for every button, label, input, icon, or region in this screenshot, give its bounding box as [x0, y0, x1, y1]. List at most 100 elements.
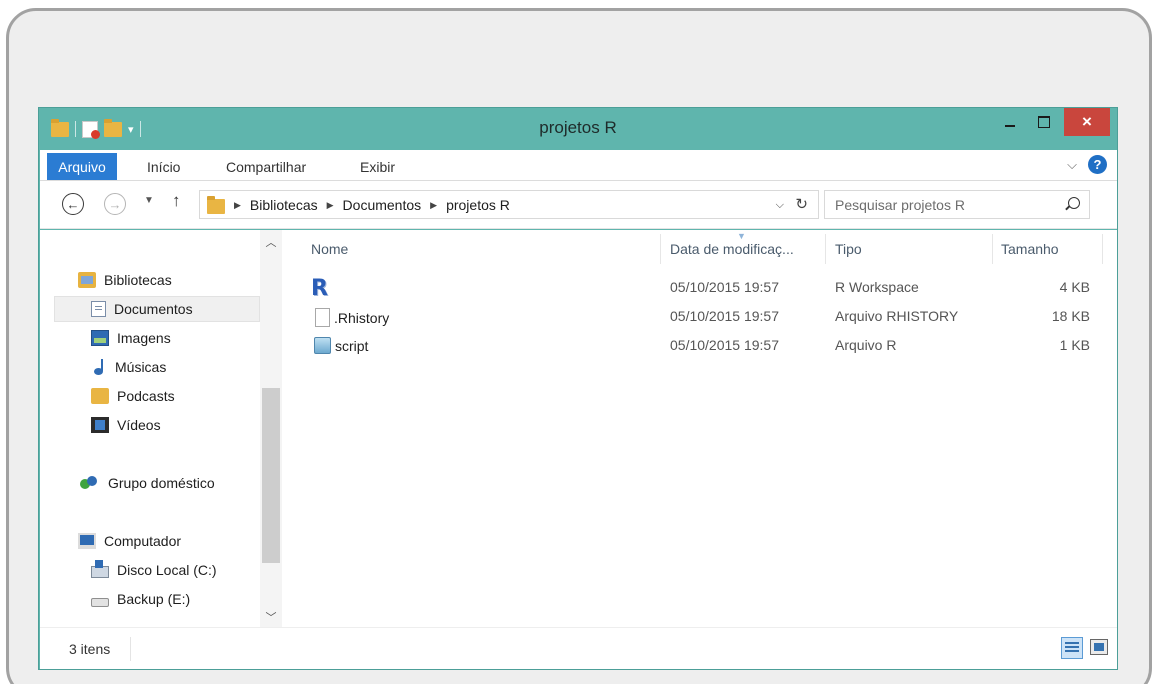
address-bar[interactable]: ▶ Bibliotecas ▶ Documentos ▶ projetos R …	[199, 190, 819, 219]
chevron-right-icon[interactable]: ▶	[430, 200, 437, 211]
recent-locations-icon[interactable]: ▼	[144, 195, 154, 206]
file-modified: 05/10/2015 19:57	[670, 279, 779, 295]
chevron-down-icon[interactable]: ⌵	[776, 199, 784, 212]
column-divider[interactable]	[825, 234, 826, 264]
sidebar-item-label: Bibliotecas	[104, 272, 172, 288]
homegroup-icon	[78, 475, 100, 491]
sidebar-item-label: Músicas	[115, 359, 167, 375]
local-disk-icon	[91, 560, 109, 578]
minimize-button[interactable]	[995, 108, 1025, 136]
backup-drive-icon	[91, 597, 109, 607]
sidebar-item-backup[interactable]: Backup (E:)	[91, 586, 190, 612]
forward-button[interactable]: →	[104, 193, 126, 215]
sidebar-item-musicas[interactable]: Músicas	[93, 354, 166, 380]
r-script-icon	[314, 337, 331, 354]
file-name: R	[311, 276, 332, 301]
item-count: 3 itens	[69, 641, 111, 657]
sidebar-item-bibliotecas[interactable]: Bibliotecas	[78, 267, 172, 293]
status-divider	[130, 637, 131, 661]
file-row[interactable]: script 05/10/2015 19:57 Arquivo R 1 KB	[284, 332, 1117, 359]
file-size: 1 KB	[1059, 337, 1090, 353]
file-name-text: .Rhistory	[334, 309, 390, 326]
column-header-tamanho[interactable]: Tamanho	[1001, 241, 1059, 257]
search-box[interactable]	[824, 190, 1090, 219]
sidebar-item-label: Backup (E:)	[117, 591, 191, 607]
details-view-icon[interactable]	[1061, 637, 1083, 659]
documents-icon	[91, 301, 106, 317]
chevron-right-icon[interactable]: ▶	[327, 200, 334, 211]
sidebar-item-grupo-domestico[interactable]: Grupo doméstico	[78, 470, 215, 496]
sidebar-item-label: Imagens	[117, 330, 171, 346]
file-row[interactable]: R 05/10/2015 19:57 R Workspace 4 KB	[284, 274, 1117, 301]
refresh-icon[interactable]: ↻	[795, 195, 808, 213]
file-modified: 05/10/2015 19:57	[670, 308, 779, 324]
file-explorer-window: ▾ projetos R × Arquivo Início Compartilh…	[38, 107, 1118, 670]
sidebar-item-computador[interactable]: Computador	[78, 528, 181, 554]
tab-exibir[interactable]: Exibir	[360, 159, 395, 175]
breadcrumb-documentos[interactable]: Documentos	[343, 197, 422, 213]
maximize-button[interactable]	[1029, 108, 1059, 136]
sidebar-item-imagens[interactable]: Imagens	[91, 325, 171, 351]
file-modified: 05/10/2015 19:57	[670, 337, 779, 353]
file-size: 18 KB	[1051, 308, 1090, 324]
sidebar-item-label: Grupo doméstico	[108, 475, 215, 491]
chevron-down-icon[interactable]: ﹀	[260, 609, 282, 625]
sidebar-item-podcasts[interactable]: Podcasts	[91, 383, 175, 409]
column-divider[interactable]	[660, 234, 661, 264]
column-divider[interactable]	[1102, 234, 1103, 264]
column-header-tipo[interactable]: Tipo	[835, 241, 862, 257]
breadcrumb-projetos-r[interactable]: projetos R	[446, 197, 510, 213]
search-icon[interactable]	[1068, 197, 1080, 209]
videos-icon	[91, 417, 109, 433]
breadcrumb: ▶ Bibliotecas ▶ Documentos ▶ projetos R	[234, 197, 510, 213]
music-icon	[93, 359, 107, 375]
ribbon-tabs: Arquivo Início Compartilhar Exibir ⌵ ?	[40, 150, 1117, 181]
back-button[interactable]: ←	[62, 193, 84, 215]
breadcrumb-bibliotecas[interactable]: Bibliotecas	[250, 197, 318, 213]
file-type: Arquivo R	[835, 337, 897, 353]
file-row[interactable]: .Rhistory 05/10/2015 19:57 Arquivo RHIST…	[284, 303, 1117, 330]
sidebar-item-documentos[interactable]: Documentos	[54, 296, 260, 322]
column-divider[interactable]	[992, 234, 993, 264]
arrow-right-icon: →	[108, 196, 122, 212]
sidebar-item-disco-local[interactable]: Disco Local (C:)	[91, 557, 217, 583]
sort-indicator-icon: ▼	[737, 231, 746, 241]
title-bar: ▾ projetos R ×	[39, 108, 1117, 150]
r-workspace-icon: R	[311, 276, 328, 301]
sidebar-scrollbar[interactable]: ︿ ﹀	[260, 230, 282, 627]
chevron-right-icon[interactable]: ▶	[234, 200, 241, 211]
navigation-bar: ← → ▼ ↑ ▶ Bibliotecas ▶ Documentos ▶ pro…	[40, 181, 1117, 229]
column-header-data[interactable]: Data de modificaç...	[670, 241, 794, 257]
large-icons-view-icon[interactable]	[1090, 639, 1108, 655]
tab-inicio[interactable]: Início	[147, 159, 180, 175]
blank-file-icon	[315, 308, 330, 327]
arrow-left-icon: ←	[66, 196, 80, 212]
libraries-icon	[78, 272, 96, 288]
expand-ribbon-icon[interactable]: ⌵	[1067, 157, 1077, 173]
file-type: R Workspace	[835, 279, 919, 295]
sidebar-item-label: Disco Local (C:)	[117, 562, 217, 578]
file-name: .Rhistory	[315, 308, 389, 327]
sidebar-item-label: Vídeos	[117, 417, 161, 433]
help-icon[interactable]: ?	[1088, 155, 1107, 174]
chevron-up-icon[interactable]: ︿	[260, 234, 282, 250]
up-button[interactable]: ↑	[172, 191, 181, 211]
sidebar-item-label: Computador	[104, 533, 182, 549]
computer-icon	[78, 533, 96, 549]
tab-arquivo[interactable]: Arquivo	[47, 153, 117, 180]
column-header-nome[interactable]: Nome	[311, 241, 348, 257]
file-size: 4 KB	[1059, 279, 1090, 295]
window-title: projetos R	[539, 118, 617, 137]
file-type: Arquivo RHISTORY	[835, 308, 959, 324]
close-button[interactable]: ×	[1064, 108, 1110, 136]
sidebar-item-label: Podcasts	[117, 388, 175, 404]
file-name: script	[314, 337, 368, 354]
sidebar-item-videos[interactable]: Vídeos	[91, 412, 161, 438]
search-input[interactable]	[825, 191, 1055, 218]
podcasts-icon	[91, 388, 109, 404]
tab-compartilhar[interactable]: Compartilhar	[226, 159, 306, 175]
status-bar: 3 itens	[40, 627, 1117, 669]
file-name-text: script	[335, 337, 369, 354]
sidebar-item-label: Documentos	[114, 301, 193, 317]
scrollbar-thumb[interactable]	[262, 388, 280, 563]
